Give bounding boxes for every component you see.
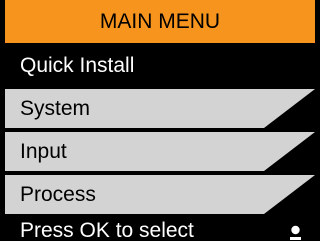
status-hint: Press OK to select xyxy=(20,219,194,241)
menu-item-label: System xyxy=(20,96,91,120)
device-screen: MAIN MENU Quick Install System Input Pro… xyxy=(0,0,320,241)
submenu-arrow-icon xyxy=(264,89,315,128)
menu-item-quick-install[interactable]: Quick Install xyxy=(5,46,315,85)
menu-item-label: Input xyxy=(20,139,67,163)
menu-title-bar: MAIN MENU xyxy=(5,0,315,45)
menu-item-process[interactable]: Process xyxy=(5,175,315,214)
menu-item-label: Process xyxy=(20,182,96,206)
submenu-arrow-icon xyxy=(264,132,315,171)
menu-item-system[interactable]: System xyxy=(5,89,315,128)
menu-title: MAIN MENU xyxy=(99,9,221,33)
page-indicator-icon xyxy=(290,225,301,240)
menu-item-label: Quick Install xyxy=(20,53,135,77)
status-bar: Press OK to select xyxy=(5,218,315,241)
menu-item-input[interactable]: Input xyxy=(5,132,315,171)
submenu-arrow-icon xyxy=(264,175,315,214)
